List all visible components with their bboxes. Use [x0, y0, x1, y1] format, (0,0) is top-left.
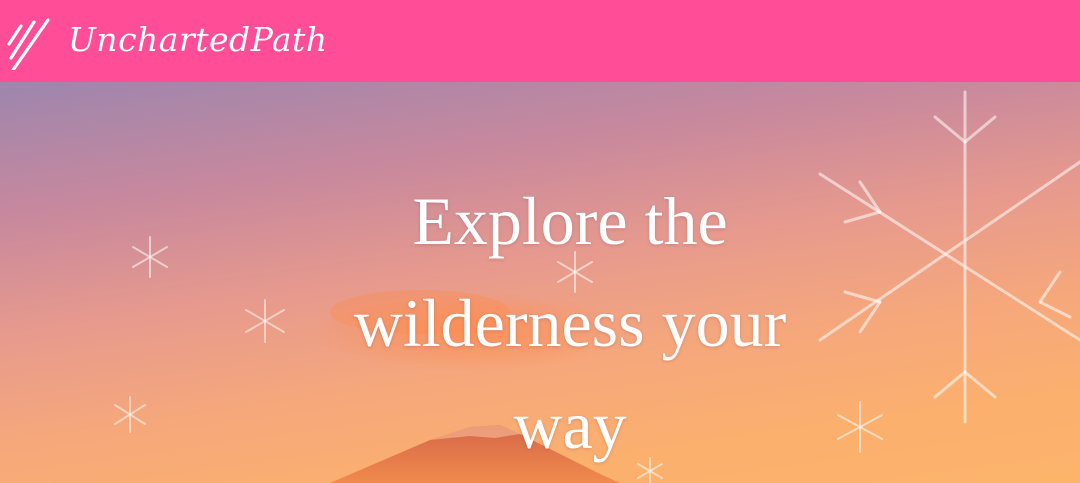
small-snowflake-icon — [114, 396, 146, 433]
hero-section: Explore the wilderness your way — [0, 82, 1080, 483]
landing-page: UnchartedPath Explore the wilderness you… — [0, 0, 1080, 483]
small-snowflake-icon — [837, 401, 883, 453]
top-navbar: UnchartedPath — [0, 0, 1080, 82]
small-snowflake-icon — [245, 299, 285, 343]
triple-slash-logo-icon[interactable] — [4, 14, 56, 70]
large-snowflake-icon — [818, 90, 1080, 424]
brand-name[interactable]: UnchartedPath — [68, 20, 328, 60]
small-snowflake-icon — [132, 236, 168, 278]
hero-headline: Explore the wilderness your way — [353, 183, 787, 463]
